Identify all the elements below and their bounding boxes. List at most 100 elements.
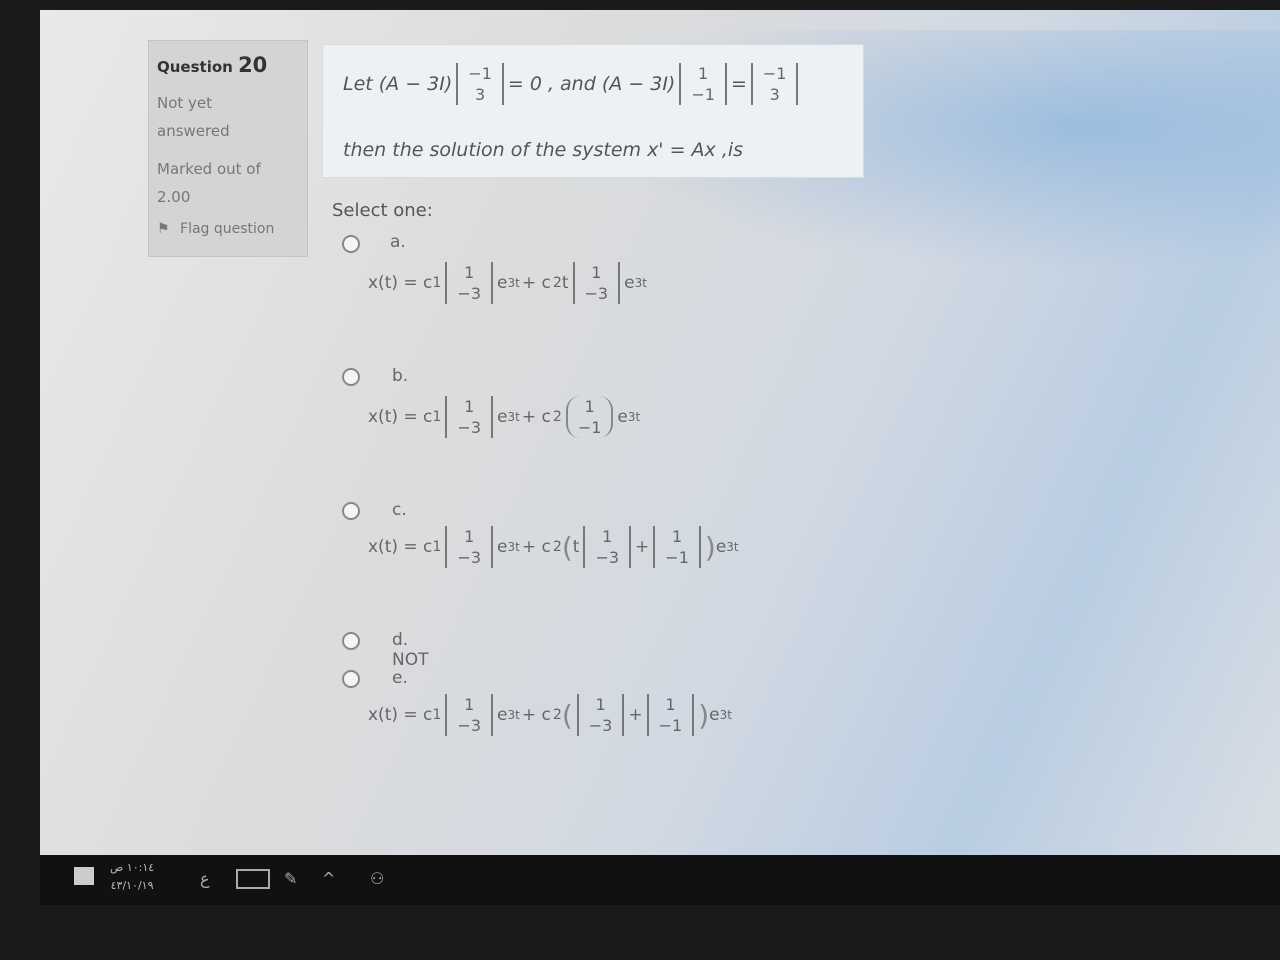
flag-question-link[interactable]: ⚑ Flag question: [157, 221, 274, 237]
option-d-label: d. NOT: [392, 630, 429, 670]
option-b-v1-bottom: −3: [457, 418, 481, 437]
state-line-1: Not yet: [157, 94, 213, 112]
option-c-plus: + c: [521, 537, 551, 557]
option-c-sub1: 1: [432, 539, 442, 555]
option-a-plus: + c: [521, 273, 551, 293]
option-a-sub1: 1: [432, 275, 442, 291]
option-e-vector-1: 1 −3: [445, 694, 493, 736]
option-c-open-paren: (: [561, 530, 573, 564]
option-e-formula: x(t) = c1 1 −3 e 3t + c2 ( 1 −3 + 1 −1 ) e 3t: [368, 694, 732, 736]
question-state: Not yet answered: [157, 89, 230, 145]
option-e-v1-top: 1: [464, 695, 475, 714]
option-b-label: b.: [392, 366, 409, 386]
option-e-label: e.: [392, 668, 408, 688]
option-c-v3-bottom: −1: [665, 548, 689, 567]
question-info-panel: Question 20 Not yet answered Marked out …: [148, 40, 308, 257]
option-a-radio[interactable]: [342, 235, 360, 253]
option-c-vector-3: 1 −1: [653, 526, 701, 568]
prompt-vector-2: 1 −1: [679, 63, 727, 105]
option-c-radio[interactable]: [342, 502, 360, 520]
option-c-v1-top: 1: [464, 527, 475, 546]
option-a-vector-1: 1 −3: [445, 262, 493, 304]
option-c-e2: e: [715, 537, 727, 557]
flag-icon: ⚑: [157, 221, 170, 237]
question-text-box: Let (A − 3I) −1 3 = 0 , and (A − 3I) 1 −…: [322, 44, 864, 178]
option-a-t: t: [561, 273, 569, 293]
prompt-v3-top: −1: [762, 64, 787, 83]
prompt-v2-bottom: −1: [691, 85, 715, 104]
option-a-exp2: 3t: [634, 276, 647, 290]
option-a-v1-top: 1: [464, 263, 475, 282]
option-b-v2-bottom: −1: [577, 418, 602, 437]
option-c-label: c.: [392, 500, 407, 520]
option-e-v1-bottom: −3: [457, 716, 481, 735]
option-c-v2-top: 1: [602, 527, 613, 546]
taskbar: ١٠:١٤ ص ٤٣/١٠/١٩ ع ✎ ^ ⚇: [40, 855, 1280, 905]
option-c-vector-1: 1 −3: [445, 526, 493, 568]
option-e-radio[interactable]: [342, 670, 360, 688]
option-b-v2-top: 1: [584, 397, 595, 416]
people-icon[interactable]: ⚇: [370, 869, 384, 888]
prompt-vector-1: −1 3: [456, 63, 504, 105]
keyboard-icon[interactable]: [236, 869, 270, 889]
option-a-v2-top: 1: [591, 263, 602, 282]
option-a-v1-bottom: −3: [457, 284, 481, 303]
option-c-exp1: 3t: [507, 540, 520, 554]
option-e-sub2: 2: [552, 707, 562, 723]
option-c-e1: e: [497, 537, 508, 557]
chevron-up-icon[interactable]: ^: [322, 869, 335, 888]
option-e-open-paren: (: [561, 698, 573, 732]
taskbar-clock[interactable]: ١٠:١٤ ص ٤٣/١٠/١٩: [110, 859, 154, 895]
prompt-v1-top: −1: [468, 64, 492, 83]
select-one-label: Select one:: [332, 200, 433, 221]
option-e-vector-3: 1 −1: [646, 694, 695, 736]
question-label: Question: [157, 58, 233, 76]
option-c-v3-top: 1: [671, 527, 683, 546]
pen-icon[interactable]: ✎: [284, 869, 297, 888]
state-line-2: answered: [157, 122, 230, 140]
option-a-e1: e: [497, 273, 508, 293]
option-a-sub2: 2: [552, 275, 562, 291]
prompt-line-2: then the solution of the system x' = Ax …: [343, 139, 744, 161]
option-b-e2: e: [617, 407, 628, 427]
prompt-eq: =: [730, 73, 747, 95]
option-b-e1: e: [497, 407, 508, 427]
prompt-eq0: = 0 , and (A − 3I): [507, 73, 676, 95]
option-b-vector-1: 1 −3: [445, 396, 493, 438]
prompt-vector-3: −1 3: [750, 63, 799, 105]
option-b-v1-top: 1: [464, 397, 475, 416]
notification-icon[interactable]: [74, 867, 94, 885]
option-e-close-paren: ): [698, 698, 710, 732]
marked-line-1: Marked out of: [157, 160, 261, 178]
option-c-v2-bottom: −3: [595, 548, 620, 567]
option-e-plus2: +: [628, 705, 643, 725]
option-b-sub2: 2: [552, 409, 562, 425]
option-c-exp2: 3t: [726, 540, 739, 554]
marked-line-2: 2.00: [157, 188, 191, 206]
language-indicator[interactable]: ع: [200, 869, 210, 888]
option-d-radio[interactable]: [342, 632, 360, 650]
option-e-plus: + c: [521, 705, 551, 725]
option-c-t: t: [572, 537, 580, 557]
option-b-formula: x(t) = c1 1 −3 e 3t + c2 1 −1 e 3t: [368, 396, 640, 438]
clock-date: ٤٣/١٠/١٩: [110, 879, 154, 892]
option-e-v2-bottom: −3: [588, 716, 613, 735]
option-b-radio[interactable]: [342, 368, 360, 386]
question-number: 20: [238, 53, 268, 77]
option-c-sub2: 2: [552, 539, 562, 555]
option-e-exp2: 3t: [719, 708, 732, 722]
option-c-v1-bottom: −3: [457, 548, 481, 567]
option-b-exp2: 3t: [627, 410, 641, 424]
option-e-vector-2: 1 −3: [576, 694, 625, 736]
browser-screen: Question 20 Not yet answered Marked out …: [40, 10, 1280, 855]
option-e-sub1: 1: [432, 707, 442, 723]
prompt-v3-bottom: 3: [769, 85, 780, 104]
option-c-formula: x(t) = c1 1 −3 e 3t + c2 ( t 1 −3 + 1 −1 ) e…: [368, 526, 739, 568]
flag-label: Flag question: [180, 221, 275, 237]
option-e-v3-bottom: −1: [658, 716, 683, 735]
option-b-exp1: 3t: [507, 410, 520, 424]
option-b-plus: + c: [521, 407, 551, 427]
option-e-e2: e: [709, 705, 720, 725]
option-e-v3-top: 1: [665, 695, 676, 714]
option-c-lhs: x(t) = c: [368, 537, 433, 557]
